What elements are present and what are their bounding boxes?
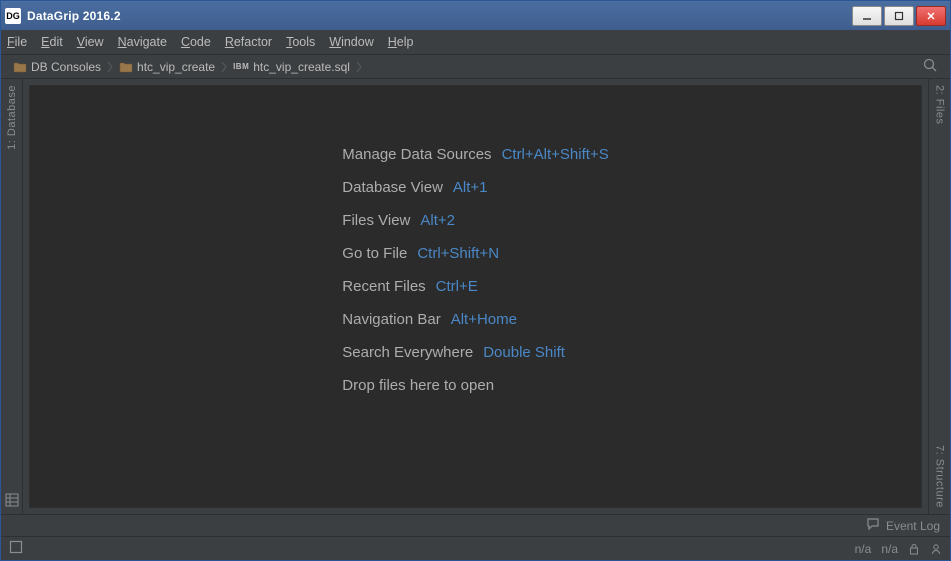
menu-view-label: iew — [85, 35, 104, 49]
menu-edit-label: dit — [50, 35, 63, 49]
menu-window-label: indow — [341, 35, 374, 49]
menu-help[interactable]: Help — [388, 35, 414, 49]
breadcrumb-separator-icon — [354, 55, 364, 78]
menu-file[interactable]: File — [7, 35, 27, 49]
window-title: DataGrip 2016.2 — [27, 9, 850, 23]
tip-database-view: Database View Alt+1 — [342, 179, 608, 196]
breadcrumb-separator-icon — [219, 55, 229, 78]
tip-label: Navigation Bar — [342, 311, 440, 328]
menu-code[interactable]: Code — [181, 35, 211, 49]
tip-drop-files: Drop files here to open — [342, 377, 608, 394]
sidebar-tool-structure[interactable]: 7: Structure — [932, 439, 948, 514]
menu-window[interactable]: Window — [329, 35, 373, 49]
tip-label: Drop files here to open — [342, 377, 494, 394]
tip-navigation-bar: Navigation Bar Alt+Home — [342, 311, 608, 328]
tip-label: Files View — [342, 212, 410, 229]
sidebar-tool-label: 7: Structure — [934, 445, 946, 508]
folder-icon — [119, 61, 133, 73]
tip-go-to-file: Go to File Ctrl+Shift+N — [342, 245, 608, 262]
tip-shortcut: Ctrl+Alt+Shift+S — [502, 146, 609, 163]
tip-label: Recent Files — [342, 278, 425, 295]
menu-tools[interactable]: Tools — [286, 35, 315, 49]
status-pos2[interactable]: n/a — [881, 542, 898, 556]
status-pos1[interactable]: n/a — [855, 542, 872, 556]
tip-label: Go to File — [342, 245, 407, 262]
tip-manage-data-sources: Manage Data Sources Ctrl+Alt+Shift+S — [342, 146, 608, 163]
tip-shortcut: Ctrl+E — [436, 278, 478, 295]
hector-icon[interactable] — [930, 543, 942, 555]
menubar: File Edit View Navigate Code Refactor To… — [1, 30, 950, 54]
tip-shortcut: Double Shift — [483, 344, 565, 361]
app-icon: DG — [5, 8, 21, 24]
window-controls — [850, 6, 946, 26]
menu-refactor[interactable]: Refactor — [225, 35, 272, 49]
tip-label: Manage Data Sources — [342, 146, 491, 163]
folder-icon — [13, 61, 27, 73]
breadcrumb-label: htc_vip_create.sql — [253, 60, 350, 74]
editor-empty-state[interactable]: Manage Data Sources Ctrl+Alt+Shift+S Dat… — [29, 85, 922, 508]
tip-shortcut: Alt+1 — [453, 179, 488, 196]
menu-help-label: elp — [397, 35, 414, 49]
tip-label: Database View — [342, 179, 443, 196]
search-icon[interactable] — [918, 57, 942, 76]
tip-shortcut: Alt+Home — [451, 311, 517, 328]
menu-code-label: ode — [190, 35, 211, 49]
tip-recent-files: Recent Files Ctrl+E — [342, 278, 608, 295]
breadcrumb-separator-icon — [105, 55, 115, 78]
event-log-label: Event Log — [886, 519, 940, 533]
sidebar-tool-database[interactable]: 1: Database — [4, 79, 20, 156]
speech-bubble-icon — [866, 517, 880, 534]
tip-search-everywhere: Search Everywhere Double Shift — [342, 344, 608, 361]
maximize-button[interactable] — [884, 6, 914, 26]
breadcrumb-label: htc_vip_create — [137, 60, 215, 74]
sidebar-tool-files[interactable]: 2: Files — [932, 79, 948, 130]
table-icon[interactable] — [1, 489, 23, 514]
menu-view[interactable]: View — [77, 35, 104, 49]
tip-files-view: Files View Alt+2 — [342, 212, 608, 229]
lock-icon[interactable] — [908, 543, 920, 555]
tip-shortcut: Alt+2 — [420, 212, 455, 229]
minimize-button[interactable] — [852, 6, 882, 26]
menu-file-label: ile — [15, 35, 28, 49]
menu-refactor-label: efactor — [234, 35, 272, 49]
left-tool-gutter: 1: Database — [1, 79, 23, 514]
event-log-bar: Event Log — [1, 514, 950, 536]
close-button[interactable] — [916, 6, 946, 26]
statusbar: n/a n/a — [1, 536, 950, 560]
editor-wrap: Manage Data Sources Ctrl+Alt+Shift+S Dat… — [23, 79, 928, 514]
breadcrumb-db-consoles[interactable]: DB Consoles — [9, 55, 105, 78]
menu-edit[interactable]: Edit — [41, 35, 63, 49]
app-window: DG DataGrip 2016.2 File Edit View Naviga… — [0, 0, 951, 561]
work-area: 1: Database Manage Data Sources Ctrl+Alt… — [1, 79, 950, 514]
menu-navigate-label: avigate — [127, 35, 167, 49]
ibm-tag-icon: IBM — [233, 62, 249, 71]
event-log-button[interactable]: Event Log — [866, 517, 940, 534]
breadcrumb-htc-vip-create[interactable]: htc_vip_create — [115, 55, 219, 78]
tip-label: Search Everywhere — [342, 344, 473, 361]
breadcrumb-label: DB Consoles — [31, 60, 101, 74]
sidebar-tool-label: 2: Files — [934, 85, 946, 124]
menu-navigate[interactable]: Navigate — [118, 35, 167, 49]
sidebar-tool-label: 1: Database — [6, 85, 18, 150]
right-tool-gutter: 2: Files 7: Structure — [928, 79, 950, 514]
tips-list: Manage Data Sources Ctrl+Alt+Shift+S Dat… — [342, 146, 608, 394]
tip-shortcut: Ctrl+Shift+N — [417, 245, 499, 262]
breadcrumb-file[interactable]: IBM htc_vip_create.sql — [229, 55, 354, 78]
menu-tools-label: ools — [292, 35, 315, 49]
navigation-bar: DB Consoles htc_vip_create IBM htc_vip_c… — [1, 54, 950, 79]
titlebar: DG DataGrip 2016.2 — [1, 1, 950, 30]
tool-window-toggle-icon[interactable] — [9, 540, 23, 557]
